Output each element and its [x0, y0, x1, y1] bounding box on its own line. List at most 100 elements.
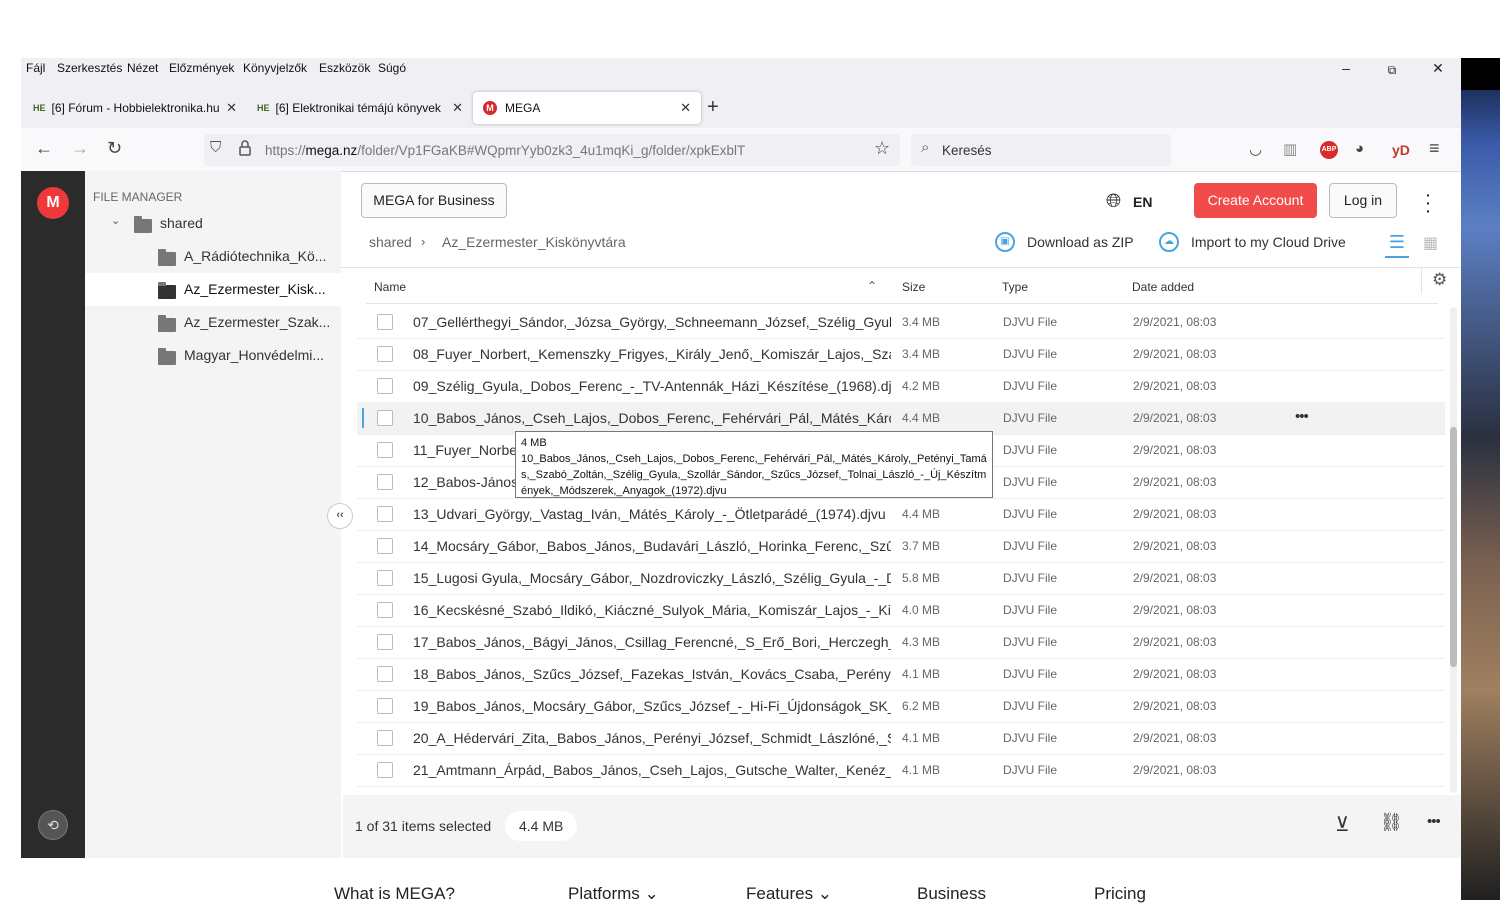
row-checkbox[interactable] — [377, 346, 393, 362]
sidebar-folder-selected[interactable]: Az_Ezermester_Kisk... — [85, 273, 341, 306]
row-checkbox[interactable] — [377, 666, 393, 682]
table-row[interactable]: 16_Kecskésné_Szabó_Ildikó,_Kiáczné_Sulyo… — [357, 594, 1445, 627]
back-icon[interactable]: ← — [35, 138, 53, 159]
new-tab-button[interactable]: + — [707, 96, 719, 119]
footer-link-features[interactable]: Features ⌄ — [746, 884, 832, 904]
table-row[interactable]: 15_Lugosi Gyula,_Mocsáry_Gábor,_Nozdrovi… — [357, 562, 1445, 595]
table-row[interactable]: 18_Babos_János,_Szűcs_József,_Fazekas_Is… — [357, 658, 1445, 691]
row-more-options-icon[interactable]: ••• — [1295, 408, 1309, 425]
chevron-down-icon[interactable]: ⌄ — [111, 214, 120, 227]
row-checkbox[interactable] — [377, 762, 393, 778]
close-tab-icon[interactable]: ✕ — [680, 100, 691, 116]
row-checkbox[interactable] — [377, 538, 393, 554]
hamburger-menu-icon[interactable]: ≡ — [1429, 138, 1440, 159]
table-row[interactable]: 19_Babos_János,_Mocsáry_Gábor,_Szűcs_Józ… — [357, 690, 1445, 723]
menu-file[interactable]: Fájl — [26, 61, 45, 75]
scrollbar-thumb[interactable] — [1450, 427, 1457, 667]
breadcrumb-root[interactable]: shared — [369, 234, 412, 250]
library-icon[interactable]: ▥ — [1283, 140, 1297, 158]
footer-link-business[interactable]: Business — [917, 884, 986, 904]
sort-ascending-icon[interactable]: ⌃ — [867, 279, 877, 293]
tab-mega[interactable]: M MEGA ✕ — [473, 92, 701, 124]
footer-link-platforms[interactable]: Platforms ⌄ — [568, 884, 659, 904]
file-date: 2/9/2021, 08:03 — [1133, 571, 1217, 585]
link-icon[interactable]: ⛓ — [1380, 812, 1403, 833]
minimize-icon[interactable]: – — [1331, 60, 1361, 76]
breadcrumb-current[interactable]: Az_Ezermester_Kiskönyvtára — [442, 234, 626, 250]
row-checkbox[interactable] — [377, 698, 393, 714]
table-row[interactable]: 21_Amtmann_Árpád,_Babos_János,_Cseh_Lajo… — [357, 754, 1445, 787]
row-checkbox[interactable] — [377, 570, 393, 586]
table-row[interactable]: 17_Babos_János,_Bágyi_János,_Csillag_Fer… — [357, 626, 1445, 659]
menu-bookmarks[interactable]: Könyvjelzők — [243, 61, 307, 75]
transfer-manager-icon[interactable]: ⟲ — [38, 810, 68, 840]
row-checkbox[interactable] — [377, 506, 393, 522]
download-zip-button[interactable]: ▣ Download as ZIP — [995, 232, 1135, 254]
table-row[interactable]: 13_Udvari_György,_Vastag_Iván,_Mátés_Kár… — [357, 498, 1445, 531]
pocket-icon[interactable]: ◡ — [1249, 140, 1262, 158]
menu-history[interactable]: Előzmények — [169, 61, 234, 75]
sidebar-folder[interactable]: Az_Ezermester_Szak... — [85, 306, 341, 339]
menu-edit[interactable]: Szerkesztés — [57, 61, 122, 75]
table-row[interactable]: 20_A_Hédervári_Zita,_Babos_János,_Perény… — [357, 722, 1445, 755]
file-name: 07_Gellérthegyi_Sándor,_Józsa_György,_Sc… — [413, 314, 891, 330]
row-checkbox[interactable] — [377, 634, 393, 650]
more-options-icon[interactable]: · · · — [1421, 185, 1435, 221]
collapse-sidebar-button[interactable]: ‹‹ — [327, 503, 353, 529]
mega-for-business-button[interactable]: MEGA for Business — [361, 183, 507, 218]
settings-gear-icon[interactable]: ⚙ — [1432, 270, 1447, 290]
download-icon[interactable]: ⊻ — [1335, 812, 1350, 837]
row-checkbox[interactable] — [377, 474, 393, 490]
table-row[interactable]: 09_Szélig_Gyula,_Dobos_Ferenc_-_TV-Anten… — [357, 370, 1445, 403]
sidebar-folder[interactable]: Magyar_Honvédelmi... — [85, 339, 341, 372]
file-type: DJVU File — [1003, 731, 1058, 745]
grid-view-icon[interactable]: ▦ — [1423, 233, 1438, 253]
create-account-button[interactable]: Create Account — [1194, 183, 1317, 218]
row-checkbox[interactable] — [377, 314, 393, 330]
sidebar-folder[interactable]: A_Rádiótechnika_Kö... — [85, 240, 341, 273]
lock-icon[interactable] — [238, 139, 252, 157]
column-header-size[interactable]: Size — [902, 280, 925, 294]
file-date: 2/9/2021, 08:03 — [1133, 379, 1217, 393]
more-actions-icon[interactable]: ••• — [1427, 813, 1441, 830]
table-row[interactable]: 07_Gellérthegyi_Sándor,_Józsa_György,_Sc… — [357, 306, 1445, 339]
footer-link-pricing[interactable]: Pricing — [1094, 884, 1146, 904]
row-checkbox[interactable] — [377, 442, 393, 458]
restore-icon[interactable]: ⧉ — [1377, 63, 1407, 78]
column-header-type[interactable]: Type — [1002, 280, 1028, 294]
adblock-icon[interactable]: ABP — [1320, 141, 1338, 159]
list-view-icon[interactable]: ☰ — [1385, 232, 1409, 258]
column-header-date[interactable]: Date added — [1132, 280, 1194, 294]
file-date: 2/9/2021, 08:03 — [1133, 539, 1217, 553]
menu-help[interactable]: Súgó — [378, 61, 406, 75]
import-cloud-button[interactable]: ☁ Import to my Cloud Drive — [1159, 232, 1349, 254]
tab-hobbielektronika-forum[interactable]: HE [6] Fórum - Hobbielektronika.hu ✕ — [27, 92, 243, 124]
table-row[interactable]: 08_Fuyer_Norbert,_Kemenszky_Frigyes,_Kir… — [357, 338, 1445, 371]
footer-link-what-is-mega[interactable]: What is MEGA? — [334, 884, 455, 904]
url-bar[interactable]: ⛉ https://mega.nz/folder/Vp1FGaKB#WQpmrY… — [204, 134, 900, 166]
close-tab-icon[interactable]: ✕ — [226, 100, 237, 116]
login-button[interactable]: Log in — [1329, 183, 1397, 218]
bookmark-star-icon[interactable]: ☆ — [874, 138, 890, 159]
row-checkbox[interactable] — [377, 378, 393, 394]
table-row[interactable]: 14_Mocsáry_Gábor,_Babos_János,_Budavári_… — [357, 530, 1445, 563]
tab-elektronikai-konyvek[interactable]: HE [6] Elektronikai témájú könyvek ✕ — [251, 92, 469, 124]
close-tab-icon[interactable]: ✕ — [452, 100, 463, 116]
row-checkbox[interactable] — [377, 730, 393, 746]
forward-icon[interactable]: → — [71, 138, 89, 159]
yd-extension-icon[interactable]: yD — [1392, 142, 1410, 158]
scrollbar-track[interactable] — [1450, 307, 1457, 793]
menu-view[interactable]: Nézet — [127, 61, 158, 75]
mega-logo-icon[interactable]: M — [37, 187, 69, 219]
sidebar-item-shared[interactable]: ⌄ shared — [85, 207, 341, 240]
column-header-name[interactable]: Name — [374, 280, 406, 294]
row-checkbox[interactable] — [377, 410, 393, 426]
close-window-icon[interactable]: ✕ — [1423, 60, 1453, 77]
search-bar[interactable]: ⌕ Keresés — [911, 134, 1171, 166]
language-selector[interactable]: 🌐︎ EN — [1106, 191, 1166, 213]
extension-icon[interactable]: ◕ — [1355, 140, 1364, 157]
shield-icon[interactable]: ⛉ — [210, 139, 221, 156]
row-checkbox[interactable] — [377, 602, 393, 618]
menu-tools[interactable]: Eszközök — [319, 61, 370, 75]
reload-icon[interactable]: ↻ — [107, 138, 122, 159]
